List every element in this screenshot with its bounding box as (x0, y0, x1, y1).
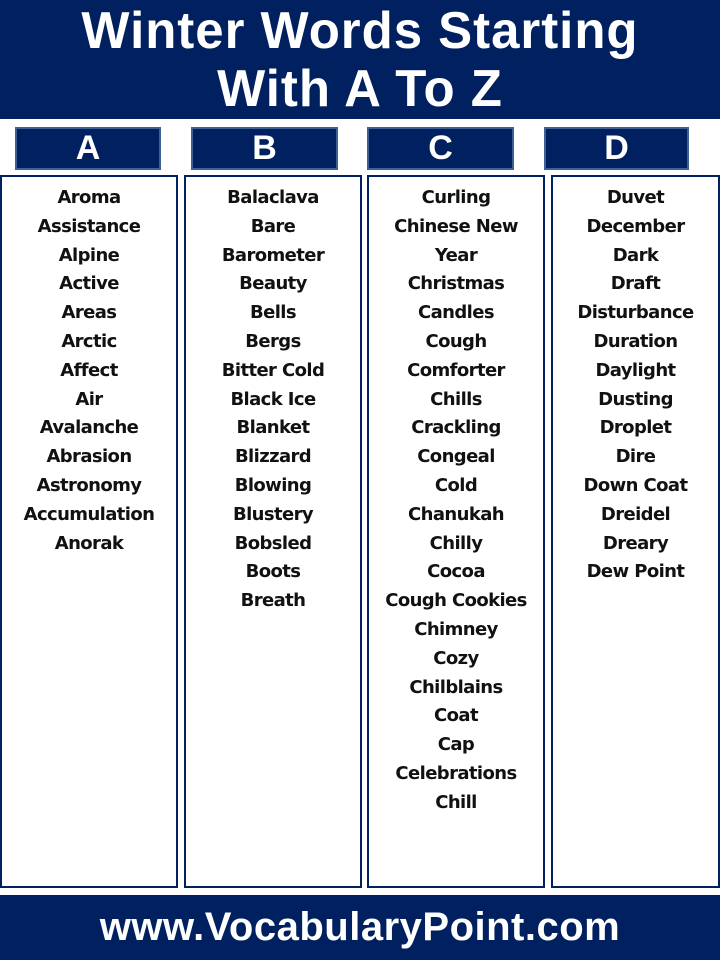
word-item: Chilblains (409, 676, 503, 698)
word-item: Breath (240, 590, 306, 612)
word-item: Barometer (221, 244, 325, 266)
word-item: Blizzard (234, 446, 312, 468)
title-line-2: With A To Z (217, 60, 503, 118)
word-list-d: Duvet December Dark Draft Disturbance Duratio… (553, 177, 718, 587)
word-item: Blowing (234, 474, 312, 496)
word-item: Balaclava (227, 187, 319, 208)
word-item: Cold (434, 474, 478, 496)
word-item: Chimney (414, 618, 498, 640)
letter-header-b: B (191, 127, 338, 170)
word-item: Chill (435, 791, 477, 813)
word-column-b: Balaclava Bare Barometer Beauty Bells Bergs Bi… (184, 175, 362, 888)
word-item: Black Ice (230, 388, 316, 410)
word-item: Arctic (61, 330, 117, 352)
word-item: Duration (593, 330, 679, 352)
word-item: Avalanche (39, 417, 139, 439)
word-item: Abrasion (46, 446, 132, 468)
word-item: Affect (60, 359, 118, 381)
title-line-1: Winter Words Starting (81, 2, 639, 60)
word-item: Bitter Cold (221, 359, 325, 381)
word-item: Droplet (599, 417, 672, 439)
word-item: Comforter (407, 359, 505, 381)
word-item: Duvet (606, 187, 665, 208)
word-item: Year (434, 244, 478, 266)
word-item: Beauty (239, 273, 307, 295)
word-item: Draft (610, 273, 661, 295)
letter-header-c: C (367, 127, 514, 170)
word-item: Aroma (57, 187, 121, 208)
word-item: Air (75, 388, 103, 410)
word-list-b: Balaclava Bare Barometer Beauty Bells Bergs Bi… (186, 177, 360, 616)
word-item: Chanukah (408, 503, 505, 525)
word-item: Dark (612, 244, 659, 266)
word-item: Dire (615, 446, 656, 468)
word-item: Areas (61, 302, 117, 324)
word-item: Dew Point (586, 561, 685, 583)
word-item: Bobsled (234, 532, 312, 554)
word-item: Cocoa (427, 561, 485, 583)
word-item: Cozy (433, 647, 479, 669)
word-item: Anorak (54, 532, 124, 554)
word-item: Candles (418, 302, 495, 324)
title-banner: Winter Words Starting With A To Z (0, 0, 720, 119)
word-item: Blustery (232, 503, 314, 525)
word-item: Bare (250, 215, 296, 237)
word-item: Daylight (595, 359, 676, 381)
word-item: Curling (421, 187, 491, 208)
word-item: Disturbance (577, 302, 694, 324)
word-item: Bells (250, 302, 297, 324)
word-list-a: Aroma Assistance Alpine Active Areas Arctic Af… (2, 177, 176, 558)
word-item: Dreary (602, 532, 669, 554)
word-item: Active (59, 273, 119, 295)
word-item: Crackling (411, 417, 501, 439)
word-column-a: Aroma Assistance Alpine Active Areas Arctic Af… (0, 175, 178, 888)
word-column-d: Duvet December Dark Draft Disturbance Duratio… (551, 175, 720, 888)
word-item: Chills (430, 388, 482, 410)
word-item: Celebrations (395, 762, 517, 784)
word-item: Chilly (429, 532, 483, 554)
word-item: Astronomy (36, 474, 142, 496)
word-item: Boots (245, 561, 301, 583)
word-item: Christmas (407, 273, 505, 295)
word-item: Cough Cookies (385, 590, 527, 612)
word-item: Down Coat (583, 474, 689, 496)
word-item: Dreidel (600, 503, 671, 525)
word-item: Dusting (598, 388, 673, 410)
word-item: Bergs (245, 330, 301, 352)
word-column-c: Curling Chinese New Year Christmas Candles Co… (367, 175, 545, 888)
letter-header-a: A (15, 127, 161, 170)
word-item: Chinese New (394, 215, 518, 237)
word-item: Cap (437, 734, 475, 756)
word-item: Accumulation (23, 503, 155, 525)
letter-header-d: D (544, 127, 689, 170)
word-item: December (586, 215, 686, 237)
word-item: Alpine (58, 244, 120, 266)
word-item: Blanket (236, 417, 311, 439)
footer-website: www.VocabularyPoint.com (0, 895, 720, 960)
word-list-c: Curling Chinese New Year Christmas Candles Co… (369, 177, 543, 818)
word-item: Coat (434, 705, 479, 727)
word-item: Cough (425, 330, 487, 352)
word-item: Congeal (417, 446, 495, 468)
word-item: Assistance (37, 215, 141, 237)
